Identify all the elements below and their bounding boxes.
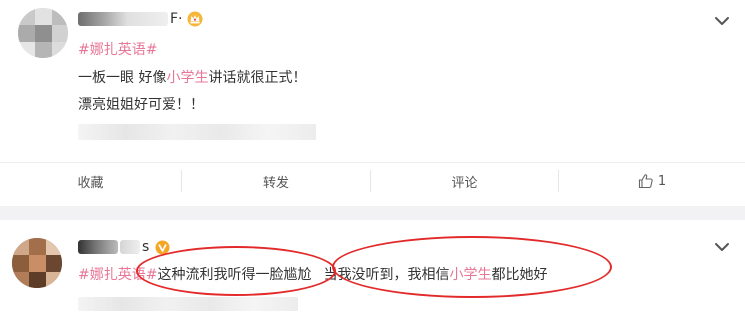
avatar[interactable] (18, 8, 68, 58)
redacted-name (78, 12, 168, 26)
redacted-timestamp (78, 297, 298, 311)
topic-link[interactable]: #娜扎英语# (78, 42, 157, 58)
author-name-suffix: s (142, 239, 150, 255)
comment-text-segment: 都比她好 (491, 267, 548, 283)
redacted-name (120, 240, 140, 254)
post-text-segment: 讲话就很正式！ (208, 70, 307, 86)
comment-text-segment: 当我没听到，我相信 (323, 267, 450, 283)
collect-label: 收藏 (77, 175, 104, 191)
post-text-line-2: 漂亮姐姐好可爱！！ (78, 95, 204, 115)
comment-text-segment: 这种流利我听得一脸尴尬 (157, 267, 312, 283)
divider (0, 162, 745, 163)
highlight-keyword[interactable]: 小学生 (166, 70, 208, 86)
chevron-down-icon[interactable] (712, 237, 732, 257)
post-text-segment: 漂亮姐姐好可爱！！ (78, 97, 204, 113)
thumbs-up-icon (638, 174, 653, 189)
repost-button[interactable]: 转发 (182, 166, 370, 196)
redacted-name (78, 240, 118, 254)
weibo-post-card: F· #娜扎英语# 一板一眼 好像小学生讲话就很正式！ 漂亮姐姐好可爱！！ 收藏… (0, 0, 745, 206)
like-count: 1 (657, 173, 667, 189)
post-text-segment: 一板一眼 好像 (78, 70, 167, 86)
comment-label: 评论 (451, 175, 478, 191)
card-gap (0, 206, 745, 220)
verified-badge-icon (155, 240, 170, 254)
comment-card: s #娜扎英语#这种流利我听得一脸尴尬 当我没听到，我相信小学生都比她好 (0, 220, 745, 317)
repost-label: 转发 (262, 175, 289, 191)
comment-text: #娜扎英语#这种流利我听得一脸尴尬 当我没听到，我相信小学生都比她好 (78, 265, 547, 285)
avatar[interactable] (12, 238, 62, 288)
highlight-keyword[interactable]: 小学生 (449, 267, 491, 283)
redacted-timestamp (78, 124, 316, 140)
post-topic[interactable]: #娜扎英语# (78, 40, 157, 60)
author-name[interactable]: s (78, 236, 170, 258)
topic-link[interactable]: #娜扎英语# (78, 267, 157, 283)
post-text-line-1: 一板一眼 好像小学生讲话就很正式！ (78, 68, 306, 88)
author-name-suffix: F· (170, 11, 183, 27)
like-button[interactable]: 1 (559, 166, 745, 196)
chevron-down-icon[interactable] (712, 11, 732, 31)
collect-button[interactable]: 收藏 (0, 166, 181, 196)
author-name[interactable]: F· (78, 8, 203, 30)
crown-icon (187, 11, 203, 27)
comment-button[interactable]: 评论 (371, 166, 558, 196)
